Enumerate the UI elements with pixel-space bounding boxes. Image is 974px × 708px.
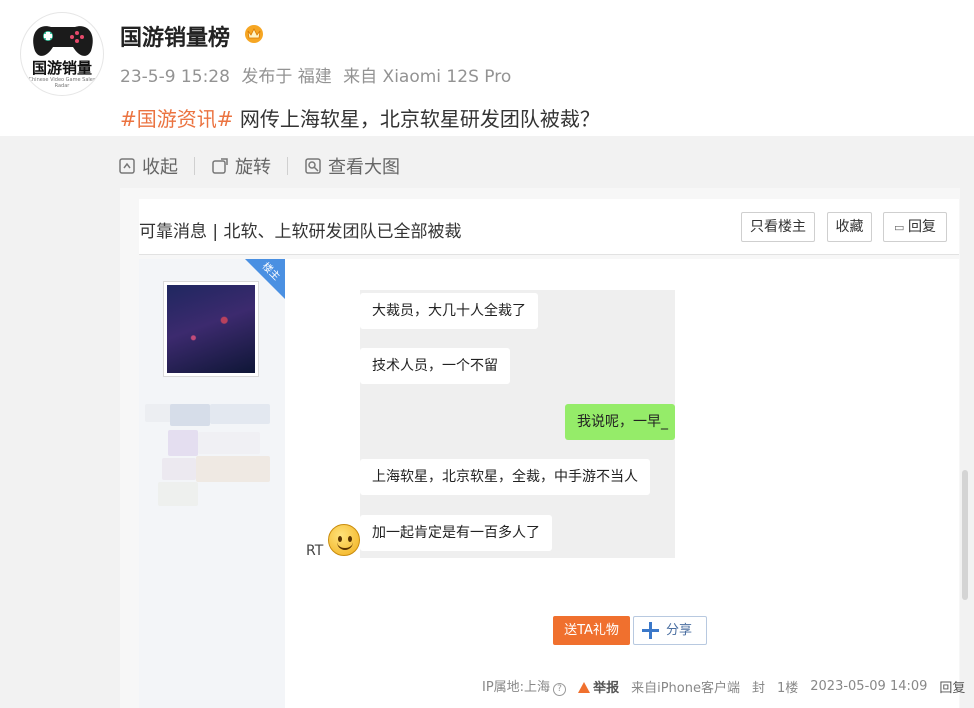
collapse-label: 收起 [142,157,178,178]
view-large-label: 查看大图 [328,157,400,178]
rotate-button[interactable]: 旋转 [211,153,271,179]
reply-label: 回复 [907,219,936,235]
favorite-button: 收藏 [827,212,872,242]
reply-icon: ▭ [894,221,908,234]
scrollbar[interactable] [962,470,968,600]
seal-link: 封 [751,680,765,696]
send-gift-button: 送TA礼物 [553,616,630,645]
vip-crown-icon [245,25,263,43]
divider [287,157,288,175]
blurred-author-info [170,404,210,426]
chat-bubble: 加一起肯定是有一百多人了 [360,515,552,551]
help-icon: ? [553,683,567,696]
blurred-author-info [162,458,196,480]
blurred-author-info [145,404,173,422]
report-label: 举报 [593,680,620,696]
smile-emoji-icon [328,524,360,556]
rotate-icon [212,158,228,174]
share-label: 分享 [666,623,693,638]
blurred-author-info [196,456,270,482]
blurred-author-info [158,482,198,506]
blurred-author-info [198,432,260,454]
image-toolbar: 收起 旋转 查看大图 [118,152,400,180]
rotate-label: 旋转 [235,157,271,178]
plus-icon [642,622,659,639]
reply-button: ▭ 回复 [883,212,947,242]
post-device: 来自 Xiaomi 12S Pro [343,67,512,87]
avatar-subtext: Chinese Video Game Sales Radar [28,77,96,89]
author-avatar-image [167,285,255,373]
divider [194,157,195,175]
post-meta: 23-5-9 15:28 发布于 福建 来自 Xiaomi 12S Pro [120,62,517,87]
rt-label: RT [306,543,324,559]
share-button: 分享 [633,616,707,645]
floor-number: 1楼 [776,680,799,696]
only-op-button: 只看楼主 [741,212,815,242]
collapse-button[interactable]: 收起 [118,153,178,179]
client-info: 来自iPhone客户端 [631,680,740,696]
chat-bubble: 技术人员，一个不留 [360,348,510,384]
topic-link[interactable]: #国游资讯# [120,107,234,131]
blurred-author-info [210,404,270,424]
chat-bubble-self: 我说呢，一早_ [565,404,675,440]
post-location: 发布于 福建 [241,67,332,87]
warning-icon [578,681,591,693]
forum-thread-title: 可靠消息 | 北软、上软研发团队已全部被裁 [139,222,462,242]
post-text: #国游资讯# 网传上海软星，北京软星研发团队被裁？ [120,103,600,132]
ip-text: IP属地:上海 [482,680,551,695]
blurred-author-info [168,430,198,456]
post-date[interactable]: 23-5-9 15:28 [120,67,230,87]
ip-location: IP属地:上海? [482,676,567,696]
post-datetime: 2023-05-09 14:09 [810,678,928,694]
gamepad-logo-icon [33,26,93,56]
chat-bubble: 上海软星，北京软星，全裁，中手游不当人 [360,459,650,495]
emoji-mouth [337,542,353,550]
account-avatar[interactable]: 国游销量 Chinese Video Game Sales Radar [20,12,104,96]
chat-bubble: 大裁员，大几十人全裁了 [360,293,538,329]
post-footer: IP属地:上海? 举报 来自iPhone客户端 封 1楼 2023-05-09 … [482,676,974,696]
username[interactable]: 国游销量榜 [120,20,230,52]
author-avatar [163,281,259,377]
view-large-button[interactable]: 查看大图 [304,153,400,179]
reply-link: 回复 [939,680,966,696]
magnify-icon [305,158,321,174]
post-body: 网传上海软星，北京软星研发团队被裁？ [233,107,600,131]
avatar-text: 国游销量 [31,59,92,77]
collapse-icon [119,158,135,174]
report-link: 举报 [578,677,619,696]
